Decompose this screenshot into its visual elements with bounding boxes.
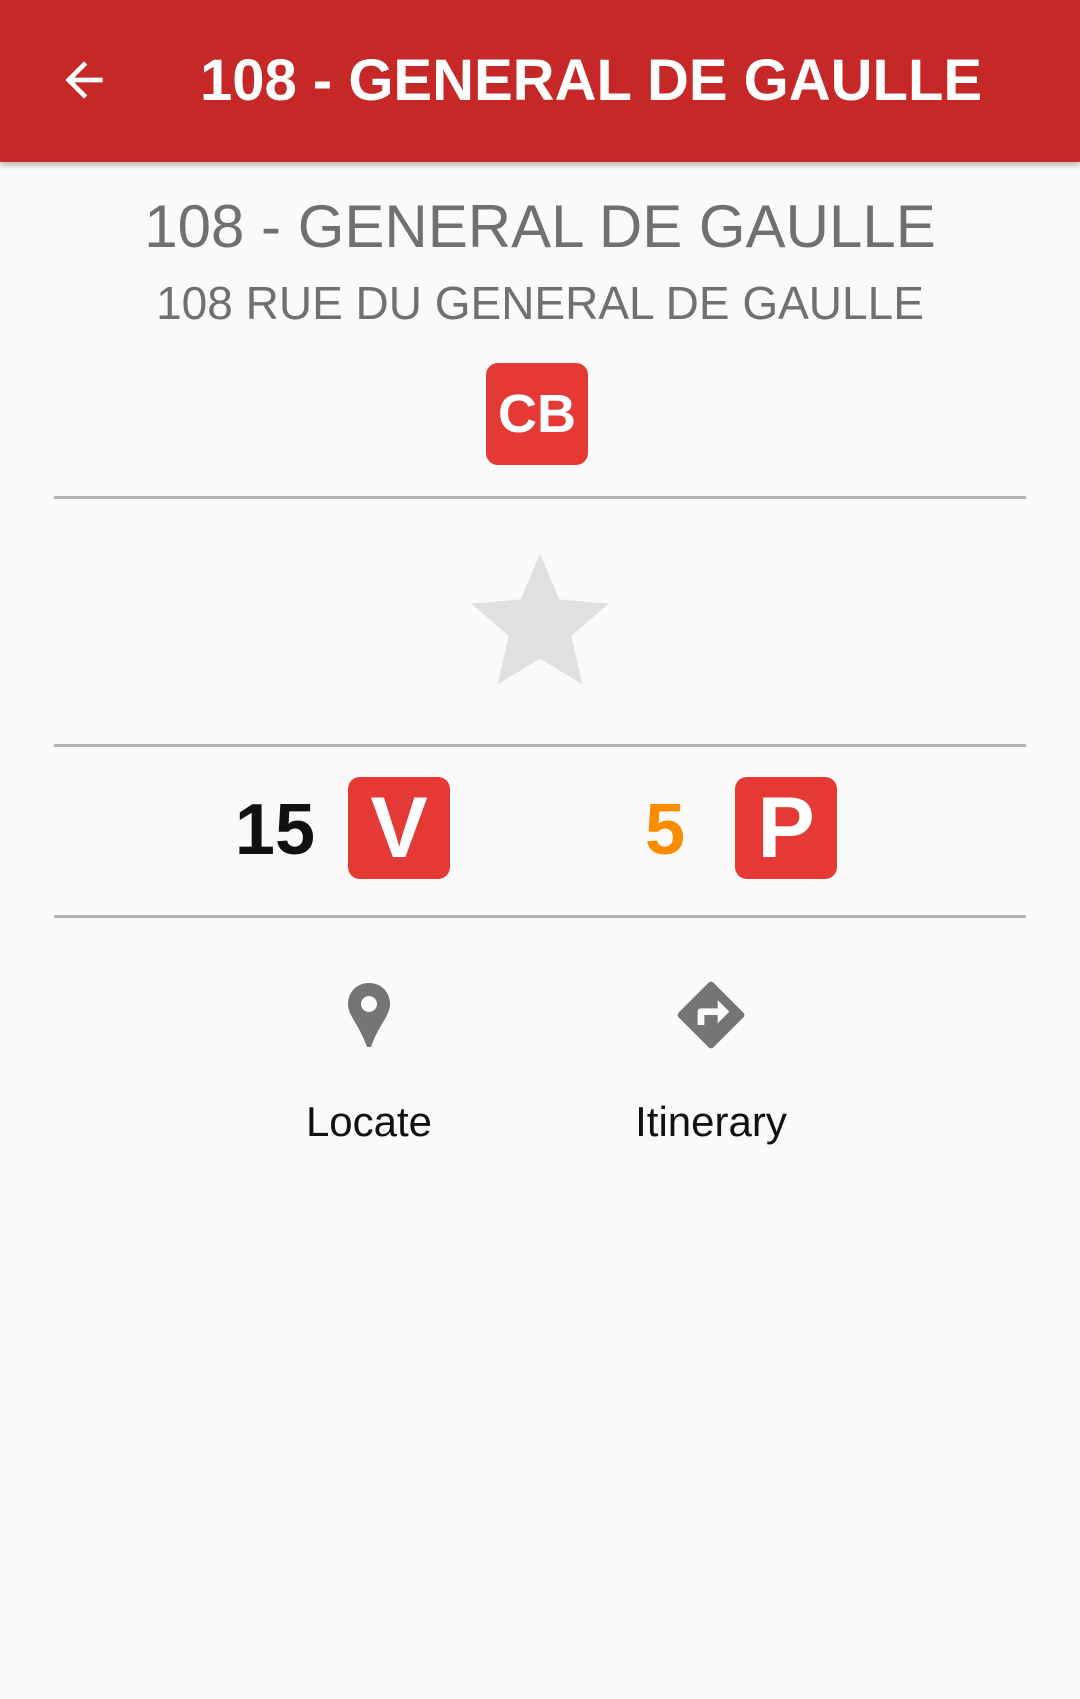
- station-name: 108 - GENERAL DE GAULLE: [144, 193, 936, 260]
- favorite-button[interactable]: [455, 540, 625, 705]
- arrow-left-icon: [65, 61, 103, 99]
- itinerary-button[interactable]: Itinerary: [581, 975, 841, 1145]
- itinerary-label: Itinerary: [635, 1098, 787, 1145]
- directions-icon: [677, 981, 745, 1049]
- station-address: 108 RUE DU GENERAL DE GAULLE: [156, 277, 924, 329]
- app-bar-title: 108 - GENERAL DE GAULLE: [200, 48, 983, 113]
- available-bikes-count: 15: [234, 790, 315, 870]
- map-pin-icon: [348, 983, 390, 1047]
- divider: [54, 915, 1026, 918]
- back-button[interactable]: [44, 40, 124, 120]
- divider: [54, 496, 1026, 499]
- locate-label: Locate: [305, 1098, 433, 1145]
- parking-badge: P: [735, 777, 837, 879]
- app-bar: 108 - GENERAL DE GAULLE: [0, 0, 1080, 162]
- available-parking-count: 5: [644, 790, 685, 870]
- bikes-badge: V: [348, 777, 450, 879]
- card-payment-badge: CB: [486, 363, 588, 465]
- locate-button[interactable]: Locate: [239, 975, 499, 1145]
- star-icon: [471, 553, 609, 685]
- divider: [54, 744, 1026, 747]
